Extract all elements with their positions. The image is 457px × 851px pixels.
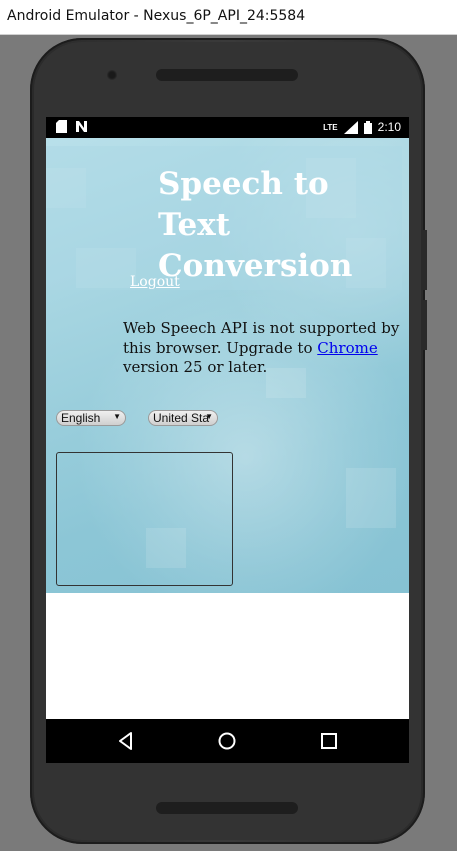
clock: 2:10 bbox=[377, 120, 401, 134]
recents-icon[interactable] bbox=[317, 729, 341, 753]
network-type: LTE bbox=[323, 122, 338, 132]
transcript-textarea[interactable] bbox=[56, 452, 233, 586]
sd-card-icon bbox=[56, 120, 67, 133]
dropdown-arrow-icon: ▼ bbox=[113, 412, 121, 421]
dropdown-arrow-icon: ▼ bbox=[205, 412, 213, 421]
window-title: Android Emulator - Nexus_6P_API_24:5584 bbox=[7, 8, 306, 24]
notification-n-icon bbox=[76, 121, 87, 132]
chrome-link[interactable]: Chrome bbox=[317, 339, 377, 357]
unsupported-message: Web Speech API is not supported by this … bbox=[123, 319, 400, 376]
device-screen: LTE 2:10 Speech to Text Conversion Logou… bbox=[46, 117, 409, 763]
signal-icon bbox=[343, 120, 358, 134]
web-page: Speech to Text Conversion Logout Web Spe… bbox=[46, 138, 409, 593]
speaker-top bbox=[156, 69, 298, 81]
camera-icon bbox=[107, 70, 117, 80]
power-button[interactable] bbox=[423, 300, 427, 350]
back-icon[interactable] bbox=[114, 729, 138, 753]
window-titlebar: Android Emulator - Nexus_6P_API_24:5584 bbox=[0, 0, 457, 35]
dialect-select[interactable]: United Sta ▼ bbox=[148, 410, 218, 426]
home-icon[interactable] bbox=[215, 729, 239, 753]
language-select[interactable]: English ▼ bbox=[56, 410, 126, 426]
status-bar: LTE 2:10 bbox=[46, 117, 409, 138]
speaker-bottom bbox=[156, 802, 298, 814]
page-title: Speech to Text Conversion bbox=[158, 166, 353, 284]
logout-link[interactable]: Logout bbox=[130, 274, 180, 290]
navigation-bar bbox=[46, 719, 409, 763]
volume-button[interactable] bbox=[423, 230, 427, 290]
battery-icon bbox=[363, 120, 372, 134]
